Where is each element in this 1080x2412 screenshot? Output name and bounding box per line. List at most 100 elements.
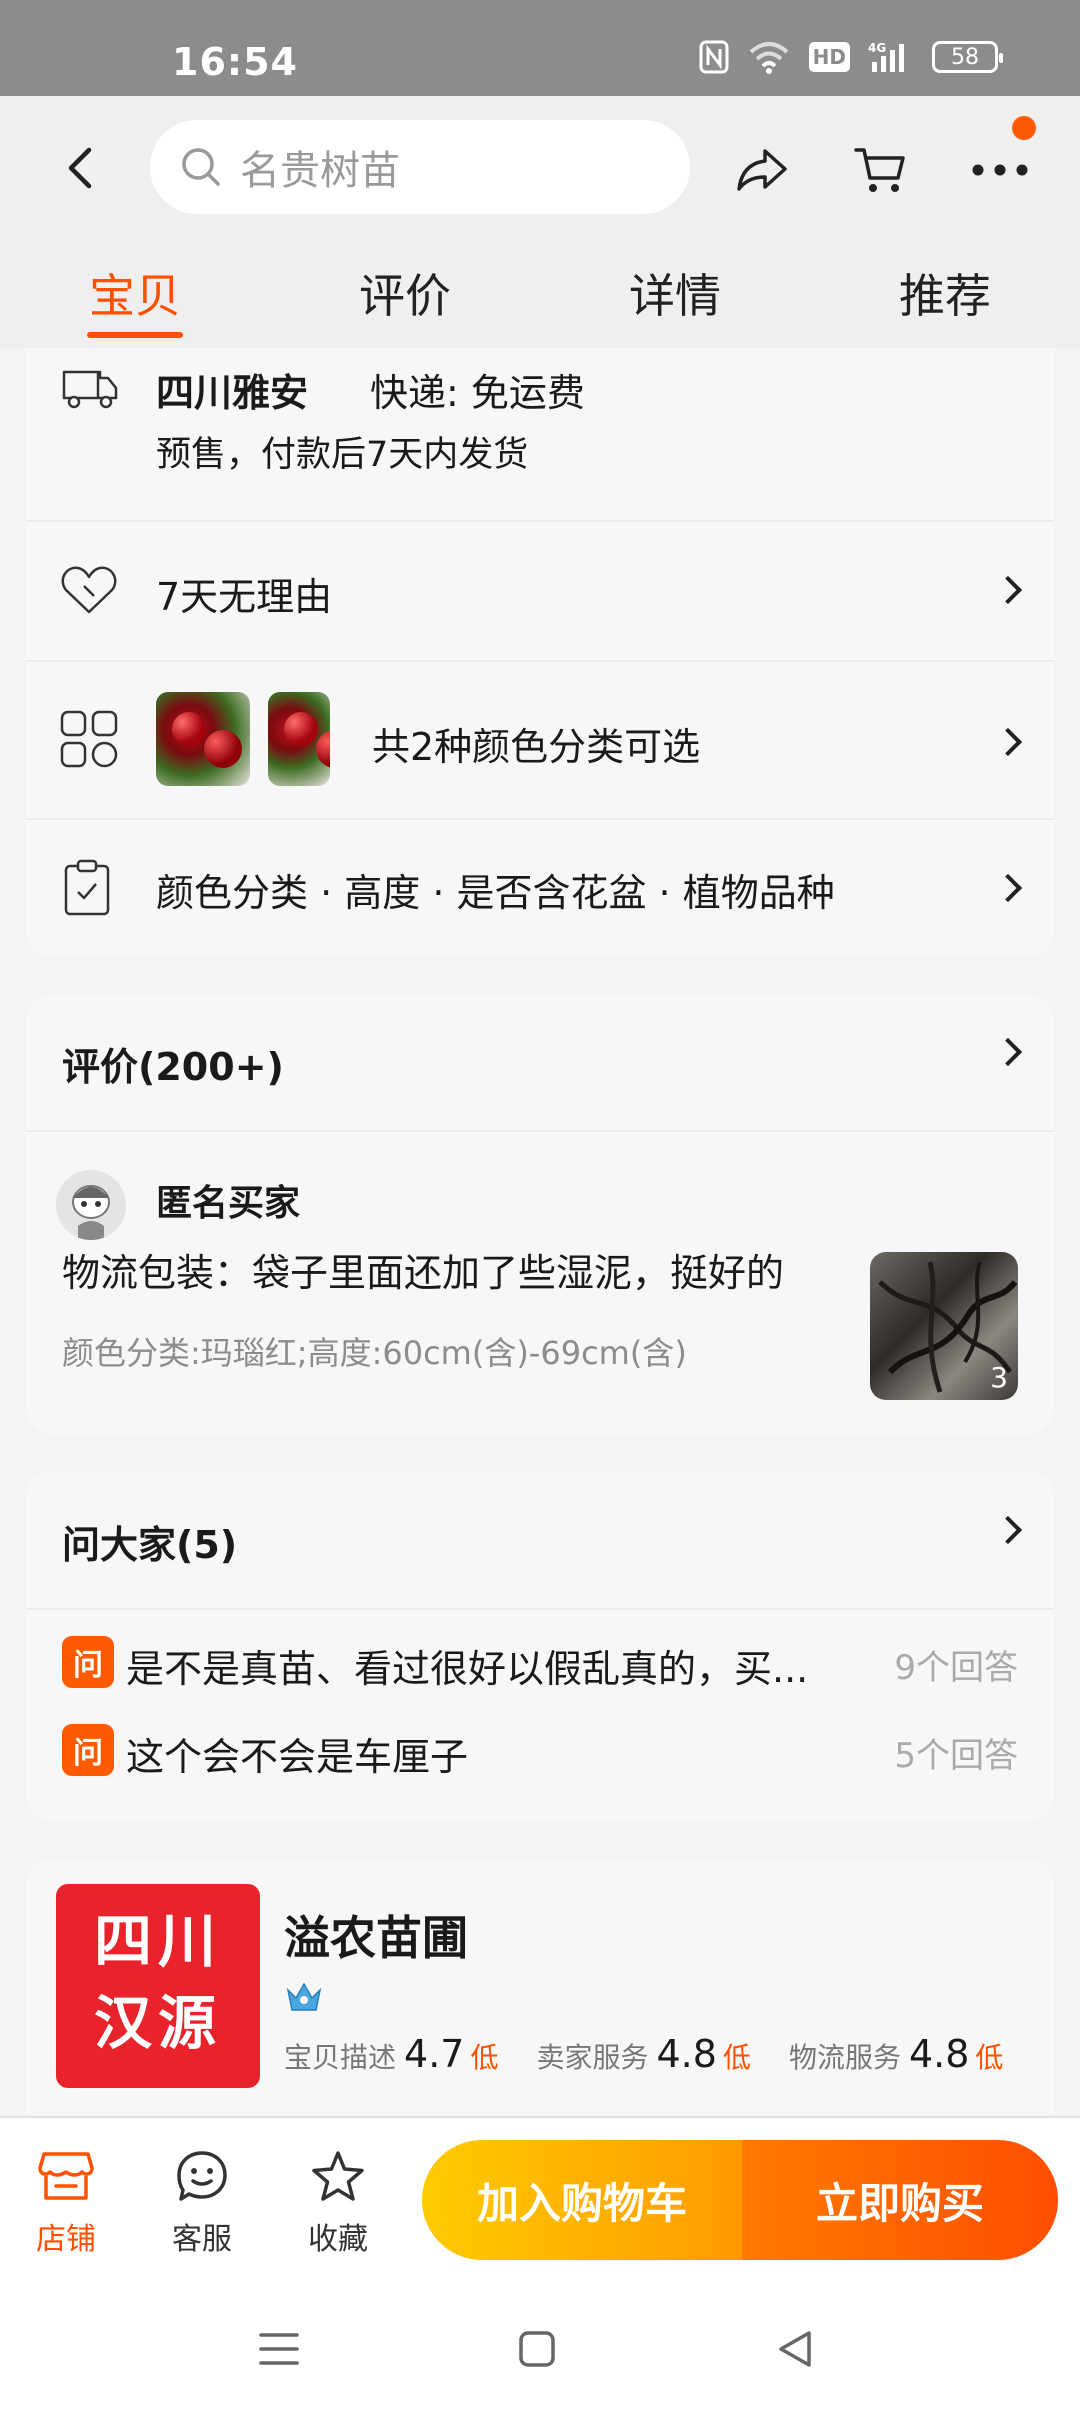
crown-icon — [284, 1980, 324, 2014]
search-input[interactable]: 名贵树苗 — [150, 120, 690, 214]
cart-button[interactable] — [850, 140, 910, 200]
divider — [26, 1608, 1054, 1610]
shipping-express: 快递: 免运费 — [370, 371, 585, 415]
qa-question: 这个会不会是车厘子 — [126, 1735, 469, 1779]
shop-logo: 四川 汉源 — [56, 1884, 260, 2088]
variants-row[interactable]: 共2种颜色分类可选 — [26, 662, 1054, 818]
hd-icon: HD — [808, 42, 850, 72]
specs-row[interactable]: 颜色分类 · 高度 · 是否含花盆 · 植物品种 — [26, 820, 1054, 956]
tab-reviews-label: 评价 — [359, 269, 451, 323]
reviewer-name: 匿名买家 — [156, 1183, 301, 1224]
reviews-header[interactable]: 评价(200+) — [26, 994, 1054, 1130]
chevron-left-icon — [68, 147, 92, 189]
chevron-right-icon — [993, 873, 1023, 903]
rating-value: 4.7 — [404, 2032, 465, 2076]
qa-header[interactable]: 问大家(5) — [26, 1472, 1054, 1608]
truck-icon — [60, 362, 120, 418]
variant-thumbnail[interactable] — [268, 692, 330, 786]
clipboard-icon — [60, 858, 114, 922]
qa-answer-count: 5个回答 — [894, 1736, 1018, 1776]
tab-reviews[interactable]: 评价 — [270, 256, 540, 346]
tab-details[interactable]: 详情 — [540, 256, 810, 346]
top-header: 名贵树苗 宝贝 评价 详情 推荐 — [0, 96, 1080, 348]
rating-label: 物流服务 — [788, 2041, 901, 2074]
shop-ratings: 宝贝描述 4.7 低 卖家服务 4.8 低 物流服务 4.8 低 — [284, 2032, 1041, 2076]
signal-icon: 4G — [868, 40, 914, 74]
rating-value: 4.8 — [908, 2032, 970, 2076]
shop-name: 溢农苗圃 — [284, 1911, 468, 1965]
battery-level: 58 — [951, 44, 979, 70]
product-info-card: 四川雅安 快递: 免运费 预售，付款后7天内发货 7天无理由 共2种颜色分类可选… — [26, 348, 1054, 956]
store-label: 店铺 — [36, 2222, 96, 2257]
qa-card: 问大家(5) 问 是不是真苗、看过很好以假乱真的，买... 9个回答 问 这个会… — [26, 1472, 1054, 1822]
shop-card[interactable]: 四川 汉源 溢农苗圃 宝贝描述 4.7 低 卖家服务 4.8 低 物流服务 4.… — [26, 1860, 1054, 2120]
back-button[interactable] — [58, 146, 102, 190]
cart-icon — [854, 148, 905, 192]
status-bar: 16:54 HD 4G 58 — [0, 0, 1080, 96]
reviews-title: 评价(200+) — [62, 1045, 284, 1089]
review-content: 物流包装：袋子里面还加了些湿泥，挺好的 — [62, 1251, 785, 1295]
rating-label: 宝贝描述 — [284, 2041, 397, 2074]
home-nav-button[interactable] — [512, 2324, 562, 2374]
favorite-label: 收藏 — [308, 2222, 368, 2257]
star-icon — [308, 2146, 368, 2206]
rating-level: 低 — [722, 2041, 751, 2074]
tab-product[interactable]: 宝贝 — [0, 256, 270, 346]
qa-answer-count: 9个回答 — [894, 1648, 1018, 1688]
tab-recommend[interactable]: 推荐 — [810, 256, 1080, 346]
menu-nav-button[interactable] — [254, 2324, 304, 2374]
variants-label: 共2种颜色分类可选 — [372, 725, 701, 769]
question-badge: 问 — [62, 1636, 114, 1688]
review-sku: 颜色分类:玛瑙红;高度:60cm(含)-69cm(含) — [62, 1334, 687, 1372]
qa-item[interactable]: 问 这个会不会是车厘子 5个回答 — [26, 1718, 1054, 1788]
more-icon — [972, 164, 1028, 176]
rating-label: 卖家服务 — [536, 2041, 649, 2074]
avatar — [56, 1170, 126, 1240]
shipping-row[interactable]: 四川雅安 快递: 免运费 预售，付款后7天内发货 — [26, 348, 1054, 520]
chevron-right-icon — [993, 575, 1023, 605]
add-to-cart-button[interactable]: 加入购物车 — [422, 2140, 742, 2260]
menu-icon — [259, 2333, 299, 2365]
reviews-card: 评价(200+) 匿名买家 物流包装：袋子里面还加了些湿泥，挺好的 颜色分类:玛… — [26, 994, 1054, 1434]
chevron-right-icon — [993, 1037, 1023, 1067]
qa-item[interactable]: 问 是不是真苗、看过很好以假乱真的，买... 9个回答 — [26, 1630, 1054, 1700]
triangle-back-icon — [779, 2331, 811, 2367]
grid-icon — [60, 710, 118, 772]
shipping-note: 预售，付款后7天内发货 — [156, 435, 529, 475]
share-button[interactable] — [732, 140, 792, 200]
rating-value: 4.8 — [656, 2032, 717, 2076]
back-nav-button[interactable] — [770, 2324, 820, 2374]
shop-logo-line1: 四川 — [93, 1907, 222, 1975]
shop-logo-line2: 汉源 — [93, 1989, 222, 2057]
chevron-right-icon — [993, 1515, 1023, 1545]
qa-question: 是不是真苗、看过很好以假乱真的，买... — [126, 1647, 809, 1691]
store-button[interactable]: 店铺 — [16, 2146, 116, 2258]
review-image[interactable]: 3 — [870, 1252, 1018, 1400]
shipping-origin: 四川雅安 — [156, 371, 309, 415]
search-placeholder: 名贵树苗 — [240, 148, 400, 194]
chat-icon — [172, 2146, 232, 2206]
customer-service-label: 客服 — [172, 2222, 232, 2257]
buy-now-button[interactable]: 立即购买 — [742, 2140, 1058, 2260]
status-icons: HD 4G 58 — [699, 40, 1003, 74]
question-badge: 问 — [62, 1724, 114, 1776]
review-item[interactable]: 匿名买家 物流包装：袋子里面还加了些湿泥，挺好的 颜色分类:玛瑙红;高度:60c… — [26, 1132, 1054, 1432]
guarantee-row[interactable]: 7天无理由 — [26, 522, 1054, 660]
battery-icon: 58 — [932, 41, 1003, 73]
heart-icon — [60, 564, 118, 620]
chevron-right-icon — [993, 727, 1023, 757]
wifi-icon — [747, 40, 791, 74]
favorite-button[interactable]: 收藏 — [288, 2146, 388, 2258]
tab-bar: 宝贝 评价 详情 推荐 — [0, 256, 1080, 346]
qa-title: 问大家(5) — [62, 1523, 238, 1567]
status-time: 16:54 — [172, 40, 298, 84]
search-icon — [182, 148, 220, 186]
tab-recommend-label: 推荐 — [899, 269, 991, 323]
share-icon — [737, 149, 787, 191]
customer-service-button[interactable]: 客服 — [152, 2146, 252, 2258]
more-button[interactable] — [970, 140, 1030, 200]
variant-thumbnail[interactable] — [156, 692, 250, 786]
system-nav-bar — [0, 2284, 1080, 2412]
rating-level: 低 — [470, 2041, 499, 2074]
bottom-action-bar: 店铺 客服 收藏 加入购物车 立即购买 — [0, 2116, 1080, 2284]
